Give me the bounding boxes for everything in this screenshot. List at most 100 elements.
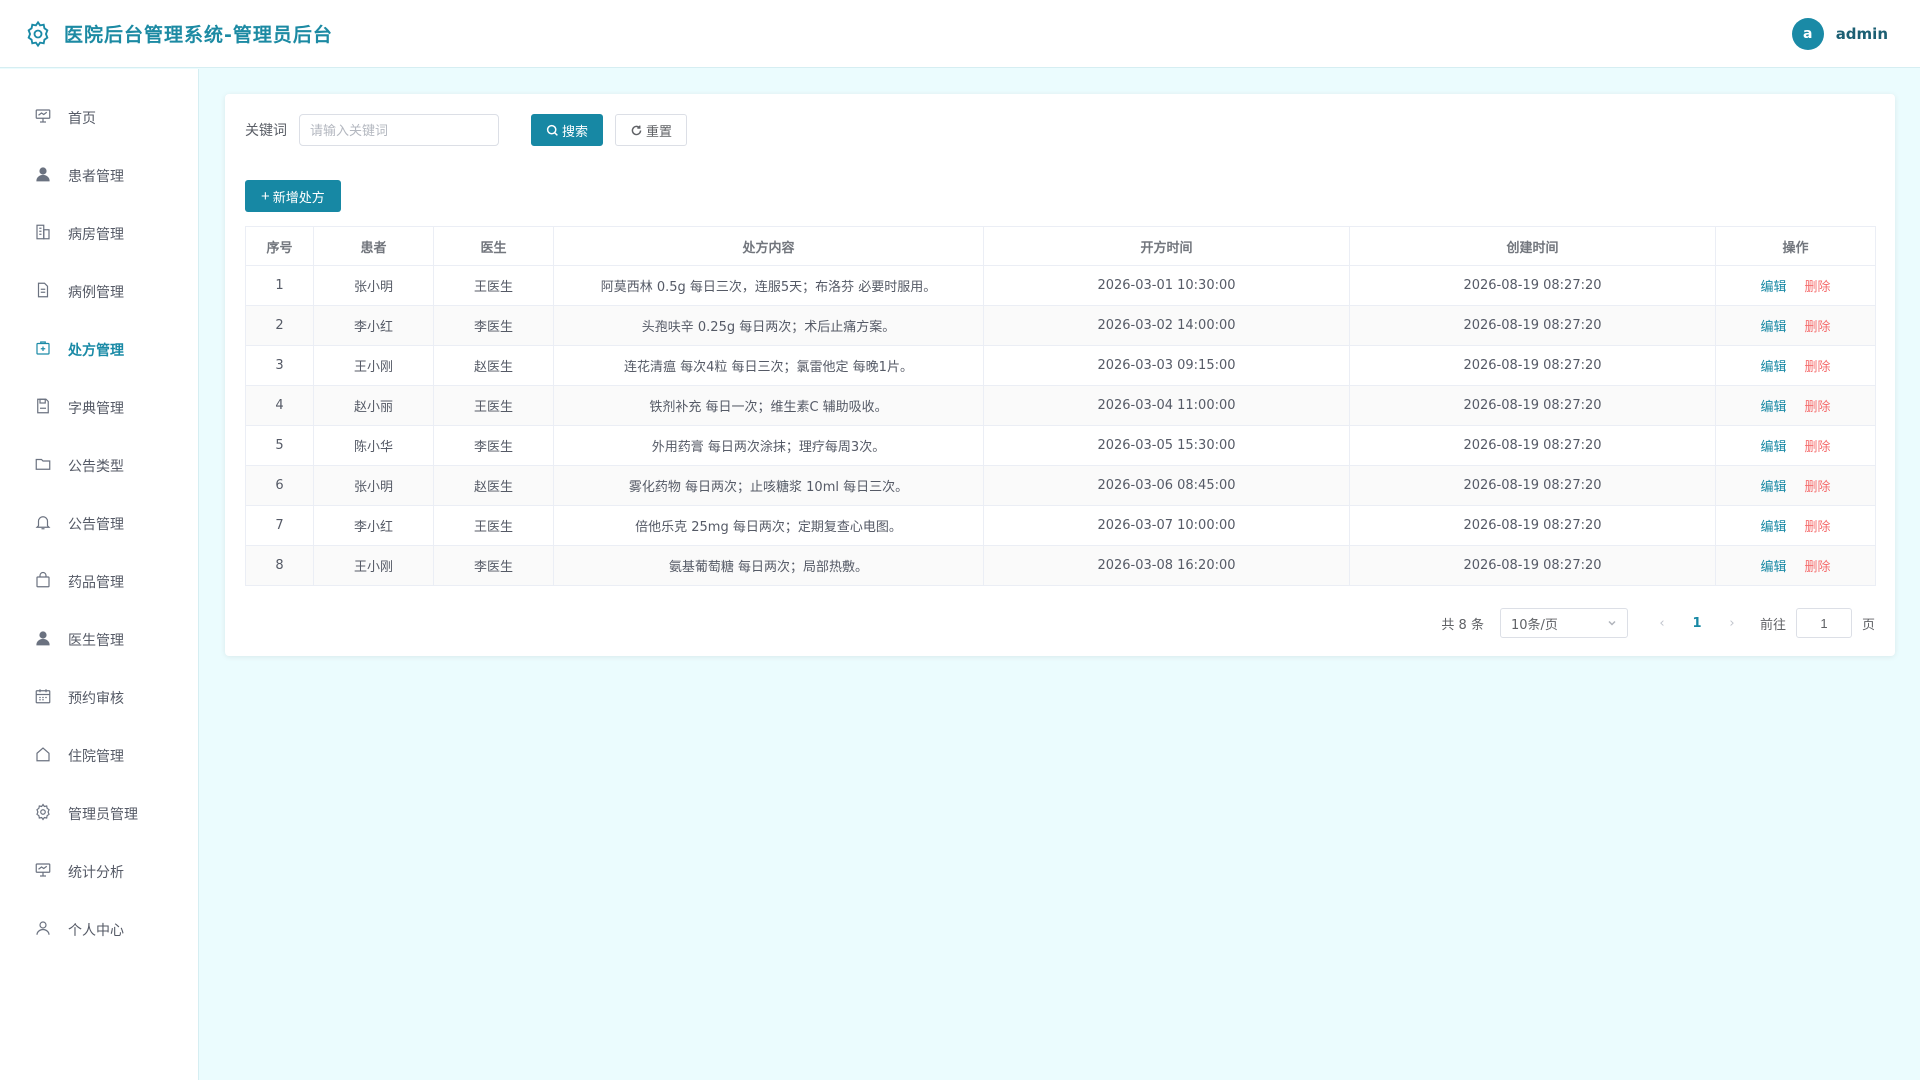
edit-button[interactable]: 编辑 — [1760, 280, 1786, 295]
column-header: 开方时间 — [983, 226, 1350, 266]
row-actions: 编辑 删除 — [1715, 505, 1876, 546]
sidebar-item-8[interactable]: 药品管理 — [0, 553, 198, 611]
sidebar-item-label: 处方管理 — [68, 343, 124, 359]
page-unit-label: 页 — [1861, 617, 1875, 633]
sidebar-item-11[interactable]: 住院管理 — [0, 727, 198, 785]
table-cell: 李医生 — [433, 425, 554, 466]
table-row: 4 赵小丽 王医生 铁剂补充 每日一次；维生素C 辅助吸收。 2026-03-04 11… — [245, 385, 1876, 426]
table-cell: 倍他乐克 25mg 每日两次；定期复查心电图。 — [553, 505, 984, 546]
sidebar-item-2[interactable]: 病房管理 — [0, 205, 198, 263]
user-icon — [34, 165, 52, 187]
sidebar-item-1[interactable]: 患者管理 — [0, 147, 198, 205]
sidebar-item-4[interactable]: 处方管理 — [0, 321, 198, 379]
gear-icon — [27, 20, 49, 47]
document-icon — [34, 281, 52, 303]
row-actions: 编辑 删除 — [1715, 345, 1876, 386]
column-header: 处方内容 — [553, 226, 984, 266]
table-cell: 2026-03-01 10:30:00 — [983, 265, 1350, 306]
table-row: 2 李小红 李医生 头孢呋辛 0.25g 每日两次；术后止痛方案。 2026-03-02… — [245, 305, 1876, 346]
sidebar-item-label: 药品管理 — [68, 575, 124, 591]
search-button[interactable]: 搜索 — [531, 114, 604, 146]
sidebar-item-label: 患者管理 — [68, 169, 124, 185]
table-cell: 5 — [245, 425, 314, 466]
avatar[interactable]: a — [1791, 17, 1824, 50]
goto-page-input[interactable] — [1795, 608, 1852, 638]
delete-button[interactable]: 删除 — [1805, 320, 1831, 335]
table-header-row: 序号 患者 医生 处方内容 开方时间 创建时间 操作 — [245, 226, 1876, 266]
add-prescription-button[interactable]: + 新增处方 — [245, 180, 341, 212]
sidebar-item-7[interactable]: 公告管理 — [0, 495, 198, 553]
table-cell: 2026-08-19 08:27:20 — [1349, 385, 1716, 426]
edit-button[interactable]: 编辑 — [1760, 320, 1786, 335]
delete-button[interactable]: 删除 — [1805, 400, 1831, 415]
row-actions: 编辑 删除 — [1715, 545, 1876, 586]
table-cell: 2026-08-19 08:27:20 — [1349, 425, 1716, 466]
sidebar-item-label: 首页 — [68, 111, 96, 127]
table-row: 3 王小刚 赵医生 连花清瘟 每次4粒 每日三次；氯雷他定 每晚1片。 2026-03-… — [245, 345, 1876, 386]
delete-button[interactable]: 删除 — [1805, 560, 1831, 575]
edit-button[interactable]: 编辑 — [1760, 480, 1786, 495]
sidebar-item-13[interactable]: 统计分析 — [0, 843, 198, 901]
sidebar-item-9[interactable]: 医生管理 — [0, 611, 198, 669]
current-page[interactable]: 1 — [1682, 616, 1712, 631]
row-actions: 编辑 删除 — [1715, 385, 1876, 426]
edit-button[interactable]: 编辑 — [1760, 560, 1786, 575]
table-cell: 外用药膏 每日两次涂抹；理疗每周3次。 — [553, 425, 984, 466]
table-cell: 3 — [245, 345, 314, 386]
chevron-down-icon — [1608, 620, 1616, 626]
edit-button[interactable]: 编辑 — [1760, 360, 1786, 375]
edit-button[interactable]: 编辑 — [1760, 520, 1786, 535]
table-row: 6 张小明 赵医生 雾化药物 每日两次；止咳糖浆 10ml 每日三次。 2026-03-… — [245, 465, 1876, 506]
user-menu[interactable]: a admin — [1791, 17, 1888, 50]
sidebar-item-label: 公告类型 — [68, 459, 124, 475]
table-cell: 2026-03-06 08:45:00 — [983, 465, 1350, 506]
reset-button-label: 重置 — [646, 123, 673, 139]
sidebar-item-12[interactable]: 管理员管理 — [0, 785, 198, 843]
next-page-button[interactable]: › — [1722, 616, 1742, 631]
search-icon — [546, 124, 558, 136]
gear-icon — [34, 803, 52, 825]
sidebar-item-10[interactable]: 预约审核 — [0, 669, 198, 727]
table-cell: 王医生 — [433, 385, 554, 426]
table-cell: 2026-03-05 15:30:00 — [983, 425, 1350, 466]
table-cell: 8 — [245, 545, 314, 586]
table-cell: 2026-03-04 11:00:00 — [983, 385, 1350, 426]
table-cell: 赵医生 — [433, 345, 554, 386]
delete-button[interactable]: 删除 — [1805, 280, 1831, 295]
delete-button[interactable]: 删除 — [1805, 360, 1831, 375]
table-cell: 头孢呋辛 0.25g 每日两次；术后止痛方案。 — [553, 305, 984, 346]
sidebar-item-14[interactable]: 个人中心 — [0, 901, 198, 959]
keyword-input[interactable] — [299, 114, 499, 146]
delete-button[interactable]: 删除 — [1805, 440, 1831, 455]
sidebar-item-3[interactable]: 病例管理 — [0, 263, 198, 321]
reset-button[interactable]: 重置 — [615, 114, 688, 146]
table-cell: 铁剂补充 每日一次；维生素C 辅助吸收。 — [553, 385, 984, 426]
edit-button[interactable]: 编辑 — [1760, 400, 1786, 415]
table-cell: 雾化药物 每日两次；止咳糖浆 10ml 每日三次。 — [553, 465, 984, 506]
bell-icon — [34, 513, 52, 535]
page-size-select[interactable]: 10条/页 — [1499, 608, 1628, 638]
presentation-icon — [34, 107, 52, 129]
table-cell: 李医生 — [433, 305, 554, 346]
delete-button[interactable]: 删除 — [1805, 520, 1831, 535]
pagination: 共 8 条 10条/页 ‹ 1 › 前往 页 — [1441, 608, 1875, 638]
table-cell: 2026-03-03 09:15:00 — [983, 345, 1350, 386]
goto-label: 前往 — [1759, 617, 1786, 633]
username[interactable]: admin — [1836, 25, 1888, 43]
keyword-label: 关键词 — [245, 123, 287, 139]
table-cell: 2026-03-02 14:00:00 — [983, 305, 1350, 346]
table-cell: 张小明 — [313, 465, 434, 506]
sidebar-item-5[interactable]: 字典管理 — [0, 379, 198, 437]
table-cell: 张小明 — [313, 265, 434, 306]
row-actions: 编辑 删除 — [1715, 465, 1876, 506]
folder-icon — [34, 455, 52, 477]
table-cell: 2026-08-19 08:27:20 — [1349, 265, 1716, 306]
delete-button[interactable]: 删除 — [1805, 480, 1831, 495]
prev-page-button[interactable]: ‹ — [1652, 616, 1672, 631]
bag-icon — [34, 571, 52, 593]
calendar-icon — [34, 687, 52, 709]
sidebar-item-0[interactable]: 首页 — [0, 89, 198, 147]
table-cell: 陈小华 — [313, 425, 434, 466]
sidebar-item-6[interactable]: 公告类型 — [0, 437, 198, 495]
edit-button[interactable]: 编辑 — [1760, 440, 1786, 455]
